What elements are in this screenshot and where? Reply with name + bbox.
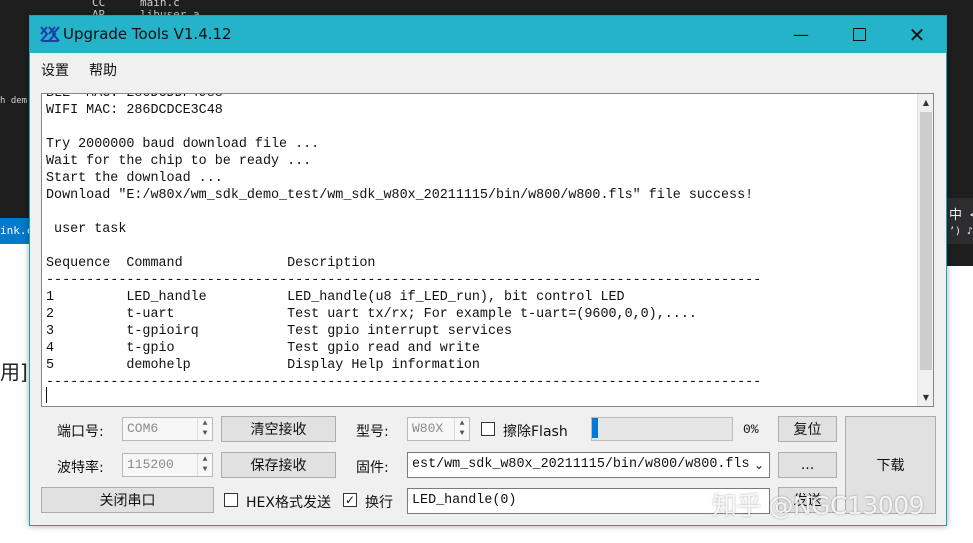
menu-settings[interactable]: 设置 (41, 60, 69, 80)
log-text: BLE MAC: 286DCDDF4988 WIFI MAC: 286DCDCE… (46, 93, 762, 390)
close-icon: ✕ (908, 22, 926, 47)
send-input-value: LED_handle(0) (412, 493, 517, 508)
background-left-panel: h dem (0, 16, 30, 226)
newline-label: 换行 (365, 495, 393, 511)
spin-arrows-icon[interactable]: ▲ ▼ (454, 418, 469, 440)
reset-button[interactable]: 复位 (778, 416, 837, 442)
bg-text: ’) ♪)) (949, 226, 973, 237)
baud-label: 波特率: (57, 460, 104, 476)
check-icon: ✓ (344, 493, 356, 507)
serial-log-output[interactable]: BLE MAC: 286DCDDF4988 WIFI MAC: 286DCDCE… (41, 93, 934, 407)
download-progress-bar (591, 417, 733, 441)
background-editor: CC main.c AR libuser.a (0, 0, 973, 21)
erase-flash-checkbox[interactable] (481, 422, 495, 436)
minimize-button[interactable]: — (778, 16, 824, 53)
background-tab: ink.c (0, 218, 33, 244)
clear-receive-button[interactable]: 清空接收 (221, 416, 336, 442)
baud-value: 115200 (127, 457, 174, 472)
scroll-up-icon[interactable]: ▲ (918, 94, 933, 110)
erase-flash-label: 擦除Flash (503, 424, 568, 440)
menu-bar: 设置 帮助 (30, 53, 946, 83)
menu-help[interactable]: 帮助 (89, 60, 117, 80)
firmware-label: 固件: (356, 460, 389, 476)
upgrade-tools-window: Upgrade Tools V1.4.12 — ✕ 设置 帮助 BLE MAC:… (29, 15, 947, 526)
scroll-down-icon[interactable]: ▼ (918, 389, 933, 405)
model-label: 型号: (356, 424, 389, 440)
hex-send-label: HEX格式发送 (246, 495, 331, 511)
baud-select[interactable]: 115200 ▲ ▼ (122, 453, 213, 477)
port-label: 端口号: (57, 424, 104, 440)
bg-text: 中 < (949, 208, 973, 223)
background-taskbar: 中 < ’) ♪)) (946, 198, 973, 244)
port-select[interactable]: COM6 ▲ ▼ (122, 417, 213, 441)
scroll-thumb[interactable] (920, 112, 932, 370)
firmware-path-select[interactable]: est/wm_sdk_w80x_20211115/bin/w800/w800.f… (407, 452, 770, 478)
close-port-button[interactable]: 关闭串口 (41, 487, 214, 513)
app-logo-icon (40, 24, 60, 44)
bg-text: h dem (0, 96, 28, 106)
firmware-path: est/wm_sdk_w80x_20211115/bin/w800/w800.f… (412, 457, 750, 472)
maximize-button[interactable] (836, 16, 882, 53)
browse-firmware-button[interactable]: ... (778, 452, 837, 478)
text-caret (46, 387, 47, 403)
maximize-icon (852, 28, 866, 41)
chevron-down-icon[interactable]: ⌄ (749, 453, 769, 477)
save-receive-button[interactable]: 保存接收 (221, 452, 336, 478)
port-value: COM6 (127, 421, 159, 436)
progress-fill (592, 418, 598, 438)
title-bar[interactable]: Upgrade Tools V1.4.12 — ✕ (30, 16, 946, 53)
newline-checkbox[interactable]: ✓ (343, 493, 357, 507)
hex-send-checkbox[interactable] (224, 493, 238, 507)
progress-percent: 0% (743, 422, 759, 437)
log-scrollbar[interactable]: ▲ ▼ (917, 94, 933, 406)
watermark: 知乎 @NGC13009 (712, 491, 925, 520)
spin-arrows-icon[interactable]: ▲ ▼ (197, 418, 212, 440)
model-value: W80X (412, 421, 444, 436)
model-select[interactable]: W80X ▲ ▼ (407, 417, 470, 441)
spin-arrows-icon[interactable]: ▲ ▼ (197, 454, 212, 476)
minimize-icon: — (793, 25, 809, 44)
window-title: Upgrade Tools V1.4.12 (63, 25, 232, 43)
bg-text: 用] (0, 360, 28, 384)
close-button[interactable]: ✕ (894, 16, 940, 53)
